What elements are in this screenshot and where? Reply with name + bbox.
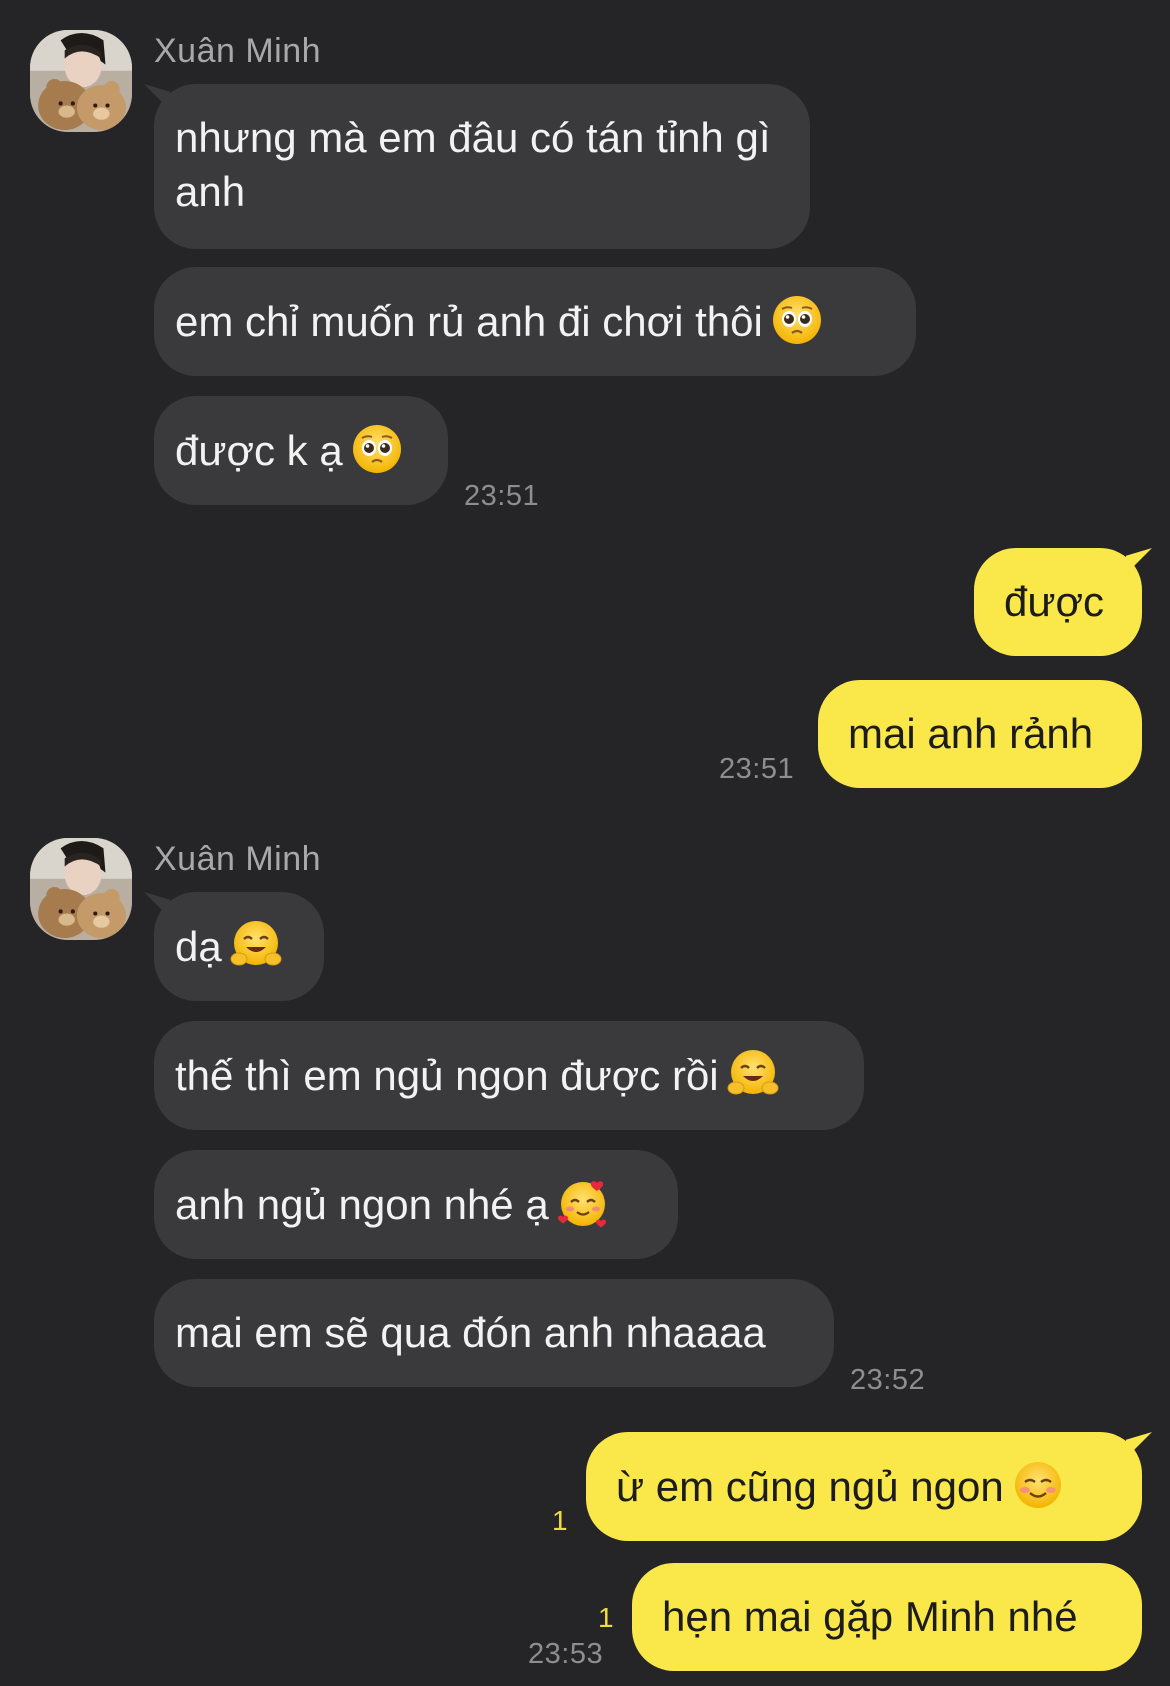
- message-bubble-outgoing[interactable]: mai anh rảnh: [818, 680, 1142, 788]
- message-timestamp: 23:53: [528, 1638, 604, 1670]
- unread-count: 1: [552, 1505, 568, 1536]
- contact-avatar[interactable]: [30, 838, 132, 940]
- contact-avatar[interactable]: [30, 30, 132, 132]
- message-text: nhưng mà em đâu có tán tỉnh gì anh: [175, 114, 771, 215]
- message-text: hẹn mai gặp Minh nhé: [662, 1593, 1078, 1640]
- hugging-face-icon: [727, 1048, 779, 1100]
- pleading-face-icon: [351, 423, 403, 475]
- message-text: được k ạ: [175, 427, 343, 474]
- message-bubble-outgoing[interactable]: ừ em cũng ngủ ngon: [586, 1432, 1142, 1541]
- smiling-face-with-hearts-icon: [557, 1177, 609, 1229]
- message-text: em chỉ muốn rủ anh đi chơi thôi: [175, 298, 763, 345]
- message-timestamp: 23:52: [850, 1364, 926, 1396]
- message-bubble-outgoing[interactable]: hẹn mai gặp Minh nhé: [632, 1563, 1142, 1671]
- message-text: dạ: [175, 923, 222, 970]
- pleading-face-icon: [771, 294, 823, 346]
- message-timestamp: 23:51: [464, 480, 540, 512]
- message-text: mai em sẽ qua đón anh nhaaaa: [175, 1309, 766, 1356]
- chat-thread[interactable]: Xuân Minh nhưng mà em đâu có tán tỉnh gì…: [0, 0, 1170, 1686]
- message-bubble-incoming[interactable]: nhưng mà em đâu có tán tỉnh gì anh: [154, 84, 810, 249]
- message-bubble-incoming[interactable]: được k ạ: [154, 396, 448, 505]
- sender-name: Xuân Minh: [154, 32, 322, 70]
- message-bubble-incoming[interactable]: mai em sẽ qua đón anh nhaaaa: [154, 1279, 834, 1387]
- message-text: thế thì em ngủ ngon được rồi: [175, 1052, 719, 1099]
- message-bubble-incoming[interactable]: em chỉ muốn rủ anh đi chơi thôi: [154, 267, 916, 376]
- sender-name: Xuân Minh: [154, 840, 322, 878]
- message-text: được: [1004, 578, 1105, 625]
- message-text: ừ em cũng ngủ ngon: [616, 1463, 1004, 1510]
- message-bubble-outgoing[interactable]: được: [974, 548, 1142, 656]
- unread-count: 1: [598, 1602, 614, 1633]
- message-bubble-incoming[interactable]: dạ: [154, 892, 324, 1001]
- hugging-face-icon: [230, 919, 282, 971]
- message-bubble-incoming[interactable]: thế thì em ngủ ngon được rồi: [154, 1021, 864, 1130]
- message-text: anh ngủ ngon nhé ạ: [175, 1181, 549, 1228]
- message-bubble-incoming[interactable]: anh ngủ ngon nhé ạ: [154, 1150, 678, 1259]
- message-timestamp: 23:51: [719, 753, 795, 785]
- message-text: mai anh rảnh: [848, 710, 1094, 757]
- smiling-face-icon: [1012, 1459, 1064, 1511]
